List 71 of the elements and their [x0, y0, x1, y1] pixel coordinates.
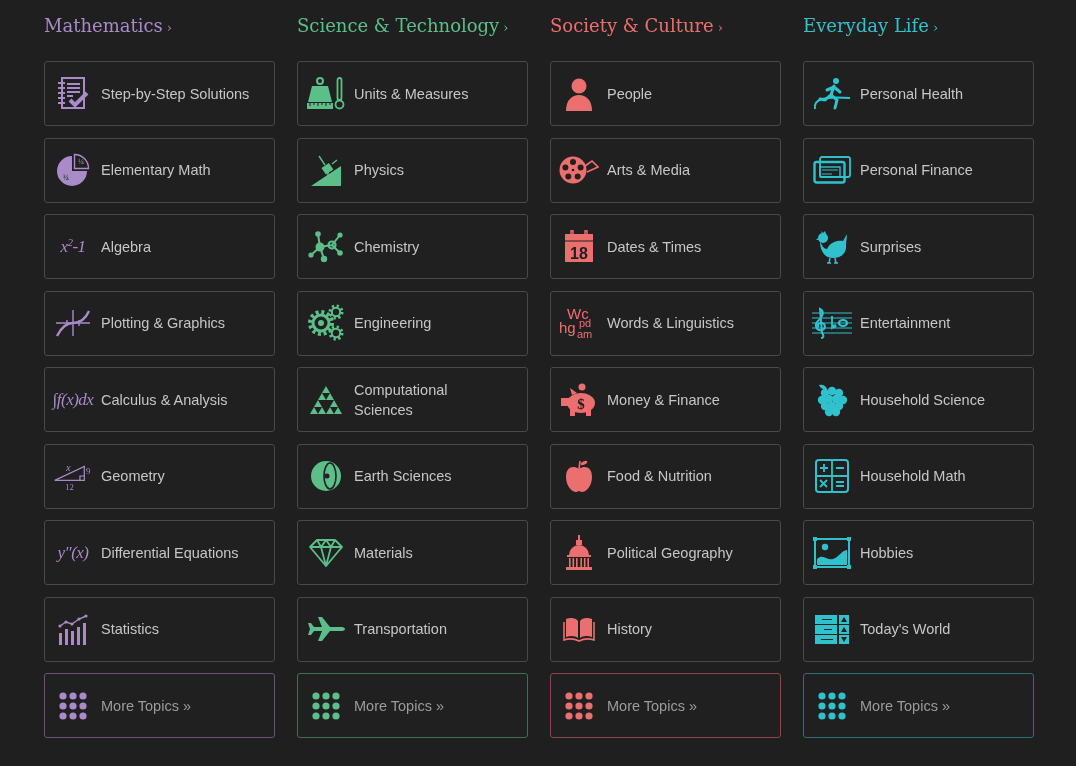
molecule-icon: [308, 229, 344, 264]
pie-chart-icon: ¼ ¾: [56, 153, 90, 187]
topic-link[interactable]: 18 Dates & Times: [550, 214, 781, 279]
diamond-icon: [308, 537, 344, 568]
topic-link[interactable]: Surprises: [803, 214, 1034, 279]
incline-icon: [310, 153, 342, 187]
credit-card-icon: [813, 156, 851, 184]
category-link[interactable]: Mathematics ›: [44, 11, 172, 43]
picture-icon: [813, 536, 851, 569]
bar-chart-icon: [57, 613, 89, 645]
topic-link[interactable]: x 9 12 Geometry: [44, 443, 275, 509]
airplane-icon: [306, 615, 346, 643]
topic-link[interactable]: ∫f(x)dx Calculus & Analysis: [44, 367, 275, 432]
dots-grid-icon: [817, 690, 847, 721]
topic-link[interactable]: Hobbies: [803, 520, 1034, 585]
topic-link[interactable]: Engineering: [297, 290, 528, 356]
category-link[interactable]: Everyday Life ›: [803, 11, 939, 43]
grapes-icon: [816, 382, 848, 417]
topic-link[interactable]: Earth Sciences: [297, 443, 528, 509]
graph-icon: [55, 308, 91, 338]
topic-link[interactable]: Chemistry: [297, 214, 528, 279]
gears-icon: [307, 304, 345, 342]
topic-link[interactable]: History: [550, 596, 781, 662]
triangles-icon: [310, 385, 342, 414]
topic-link[interactable]: Step-by-Step Solutions: [44, 61, 275, 126]
topic-link[interactable]: Units & Measures: [297, 61, 528, 126]
category-link[interactable]: Science & Technology ›: [297, 11, 509, 43]
dots-grid-icon: [311, 690, 341, 721]
more-topics-link[interactable]: More Topics »: [44, 673, 275, 738]
topic-link[interactable]: Political Geography: [550, 520, 781, 585]
formula-icon: y″(x): [57, 544, 89, 561]
weight-thermometer-icon: [307, 77, 345, 110]
film-reel-icon: [559, 155, 599, 185]
topic-link[interactable]: Statistics: [44, 596, 275, 662]
dots-grid-icon: [58, 690, 88, 721]
topic-link[interactable]: Personal Health: [803, 61, 1034, 126]
capitol-dome-icon: [565, 534, 593, 571]
category-link[interactable]: Society & Culture ›: [550, 11, 723, 43]
more-topics-link[interactable]: More Topics »: [803, 673, 1034, 738]
topic-link[interactable]: Household Math: [803, 443, 1034, 509]
topic-link[interactable]: Arts & Media: [550, 137, 781, 203]
topic-link[interactable]: Personal Finance: [803, 137, 1034, 203]
topic-link[interactable]: Computational Sciences: [297, 367, 528, 432]
topic-link[interactable]: Materials: [297, 520, 528, 585]
topic-link[interactable]: Entertainment: [803, 290, 1034, 356]
topic-link[interactable]: People: [550, 61, 781, 126]
topic-link[interactable]: $ Money & Finance: [550, 367, 781, 432]
topic-link[interactable]: Food & Nutrition: [550, 443, 781, 509]
more-topics-link[interactable]: More Topics »: [297, 673, 528, 738]
calculator-icon: [815, 459, 849, 493]
notepad-icon: [57, 77, 89, 110]
topic-link[interactable]: Transportation: [297, 596, 528, 662]
formula-icon: ∫f(x)dx: [52, 391, 94, 408]
topic-link[interactable]: Today's World: [803, 596, 1034, 662]
topic-link[interactable]: x$^{2}$-1 Algebra: [44, 214, 275, 279]
runner-icon: [812, 76, 852, 111]
topic-link[interactable]: y″(x) Differential Equations: [44, 520, 275, 585]
globe-icon: [310, 460, 342, 492]
apple-icon: [565, 459, 593, 493]
open-book-icon: [563, 616, 595, 642]
person-icon: [565, 76, 593, 111]
more-topics-link[interactable]: More Topics »: [550, 673, 781, 738]
topic-link[interactable]: Household Science: [803, 367, 1034, 432]
topic-link[interactable]: Plotting & Graphics: [44, 290, 275, 356]
ticker-icon: [814, 613, 850, 645]
topic-link[interactable]: ¼ ¾ Elementary Math: [44, 137, 275, 203]
formula-icon: x$^{2}$-1: [60, 238, 86, 255]
music-staff-icon: [812, 307, 852, 339]
topic-link[interactable]: Physics: [297, 137, 528, 203]
hen-icon: [816, 229, 848, 264]
dots-grid-icon: [564, 690, 594, 721]
